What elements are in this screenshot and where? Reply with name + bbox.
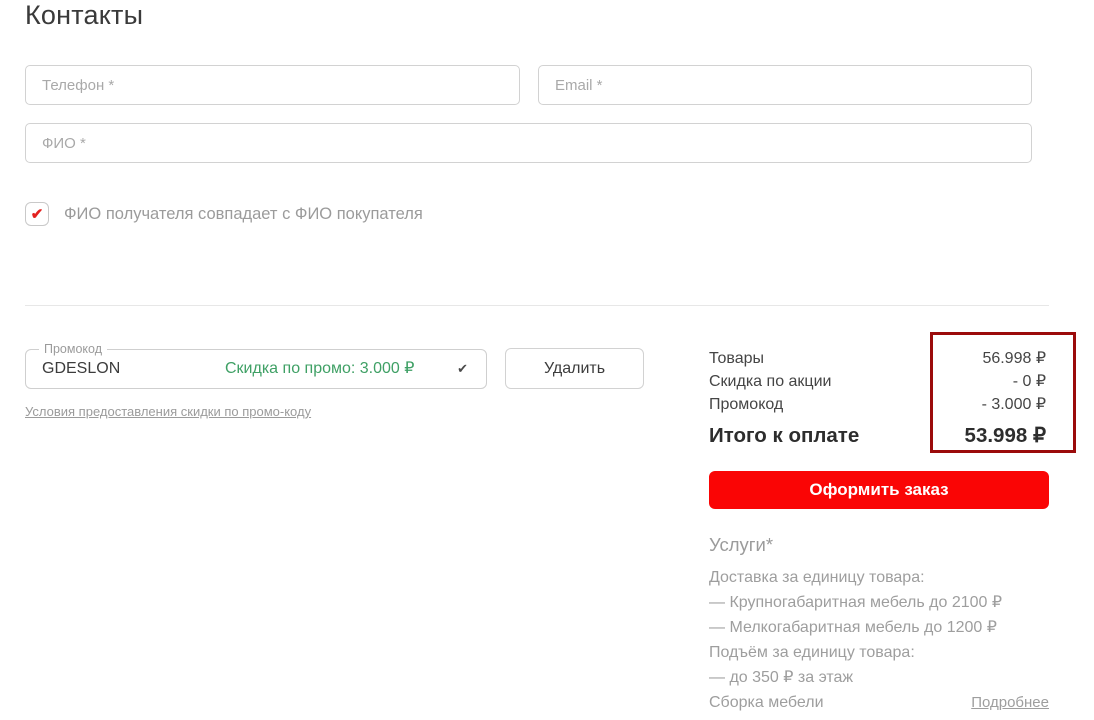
recipient-checkbox-label: ФИО получателя совпадает с ФИО покупател… [64,205,423,223]
checkout-button[interactable]: Оформить заказ [709,471,1049,509]
service-line-label: Сборка мебели [709,694,824,711]
summary-label: Товары [709,350,765,367]
phone-input[interactable] [25,65,520,105]
summary-total-value: 53.998 ₽ [964,424,1046,447]
checkout-contacts-page: Контакты ✔ ФИО получателя совпадает с ФИ… [0,0,1094,720]
section-divider [25,305,1049,306]
delete-promo-button[interactable]: Удалить [505,348,644,389]
summary-label: Промокод [709,396,784,413]
summary-value: 56.998 ₽ [982,350,1046,367]
page-title: Контакты [25,0,144,30]
checkmark-icon: ✔ [30,205,44,223]
email-input[interactable] [538,65,1032,105]
services-more-link[interactable]: Подробнее [971,690,1049,715]
service-line: Доставка за единицу товара: [709,569,925,586]
promo-terms-link[interactable]: Условия предоставления скидки по промо-к… [25,404,311,419]
services-section: Услуги* Доставка за единицу товара: — Кр… [709,534,1049,715]
summary-row-promocode: Промокод - 3.000 ₽ [709,393,1048,416]
service-line-assembly: Сборка мебели Подробнее [709,690,1049,715]
summary-value: - 3.000 ₽ [981,396,1046,413]
service-line: Подъём за единицу товара: [709,644,915,661]
summary-row-products: Товары 56.998 ₽ [709,347,1048,370]
promo-code-field[interactable]: Промокод GDESLON Скидка по промо: 3.000 … [25,341,487,389]
services-title: Услуги* [709,534,774,555]
promo-applied-check-icon: ✔ [457,361,468,376]
service-line: — Крупногабаритная мебель до 2100 ₽ [709,594,1003,611]
summary-total-label: Итого к оплате [709,424,860,447]
summary-value: - 0 ₽ [1012,373,1046,390]
summary-total-row: Итого к оплате 53.998 ₽ [709,423,1048,448]
full-name-input[interactable] [25,123,1032,163]
service-line: — до 350 ₽ за этаж [709,669,854,686]
summary-label: Скидка по акции [709,373,832,390]
service-line: — Мелкогабаритная мебель до 1200 ₽ [709,619,997,636]
summary-row-promo-discount: Скидка по акции - 0 ₽ [709,370,1048,393]
recipient-same-checkbox[interactable]: ✔ [25,202,49,226]
promo-discount-text: Скидка по промо: 3.000 ₽ [225,360,415,377]
order-summary: Товары 56.998 ₽ Скидка по акции - 0 ₽ Пр… [709,347,1048,448]
promo-code-value: GDESLON [42,360,121,377]
